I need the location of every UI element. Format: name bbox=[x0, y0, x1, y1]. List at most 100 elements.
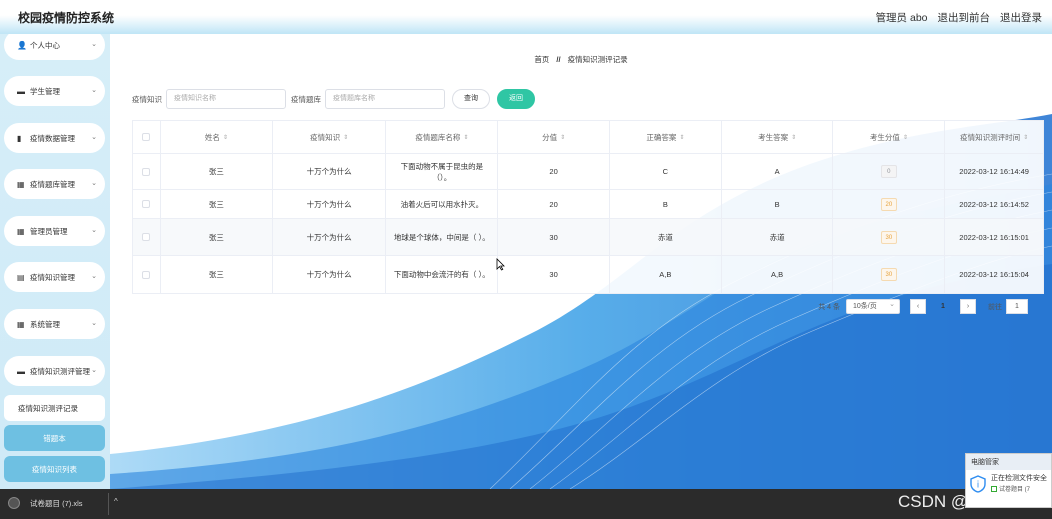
sidebar-subitem-knowledge-list[interactable]: 疫情知识列表 bbox=[4, 456, 105, 482]
sidebar-item-label: 学生管理 bbox=[30, 86, 60, 96]
cell-time: 2022-03-12 16:15:01 bbox=[959, 232, 1029, 242]
header-name[interactable]: 姓名 ⇕ bbox=[161, 121, 273, 153]
go-frontend-link[interactable]: 退出到前台 bbox=[938, 10, 991, 25]
sort-icon: ⇕ bbox=[343, 134, 349, 141]
cell-student-answer: 赤道 bbox=[722, 219, 834, 255]
cell-question-name: 地球是个球体，中间是（ ）。 bbox=[386, 219, 499, 255]
select-all-cell bbox=[133, 121, 161, 153]
notification-subtext: 试卷题目 (7 bbox=[991, 484, 1047, 493]
row-checkbox[interactable] bbox=[142, 233, 151, 241]
current-page-number[interactable]: 1 bbox=[926, 299, 960, 314]
knowledge-label: 疫情知识 bbox=[132, 94, 162, 104]
header-score[interactable]: 分值 ⇕ bbox=[498, 121, 610, 153]
sidebar-item-system[interactable]: ▦ 系统管理 ⌄ bbox=[4, 309, 105, 339]
chevron-down-icon: ⌄ bbox=[91, 320, 97, 327]
header-links: 管理员 abo 退出到前台 退出登录 bbox=[876, 10, 1042, 25]
sidebar-item-knowledge[interactable]: ▤ 疫情知识管理 ⌄ bbox=[4, 262, 105, 292]
select-all-checkbox[interactable] bbox=[142, 133, 151, 141]
back-button[interactable]: 返回 bbox=[497, 89, 535, 109]
table-row: 张三 十万个为什么 下面动物中会流汗的有（ ）。 30 A,B A,B 30 2… bbox=[133, 256, 1043, 293]
downloaded-file[interactable]: 试卷题目 (7).xls bbox=[8, 497, 83, 509]
admin-user-link[interactable]: 管理员 abo bbox=[876, 10, 928, 25]
score-tag: 30 bbox=[880, 268, 898, 281]
shield-icon: i bbox=[970, 474, 986, 493]
sidebar-item-label: 个人中心 bbox=[30, 40, 60, 50]
top-header: 校园疫情防控系统 管理员 abo 退出到前台 退出登录 bbox=[0, 0, 1052, 34]
sidebar-item-assessment[interactable]: ▬ 疫情知识测评管理 ⌄ bbox=[4, 356, 105, 386]
header-correct-answer[interactable]: 正确答案 ⇕ bbox=[610, 121, 722, 153]
notification-title: 电脑管家 bbox=[966, 454, 1051, 470]
sidebar-item-students[interactable]: ▬ 学生管理 ⌄ bbox=[4, 76, 105, 106]
pagination: 共 4 条 10条/页 ‹ 1 › 前往 1 bbox=[818, 298, 1032, 314]
sidebar-item-admins[interactable]: ▦ 管理员管理 ⌄ bbox=[4, 216, 105, 246]
goto-label: 前往 bbox=[988, 303, 1002, 311]
cell-correct-answer: 赤道 bbox=[610, 219, 722, 255]
cell-question-name: 下面动物不属于昆虫的是（）。 bbox=[386, 154, 499, 189]
page-size-select[interactable]: 10条/页 bbox=[846, 298, 900, 314]
sidebar-item-label: 疫情知识测评管理 bbox=[30, 366, 90, 376]
knowledge-search-input[interactable]: 疫情知识名称 bbox=[166, 89, 286, 109]
row-checkbox[interactable] bbox=[142, 167, 151, 176]
breadcrumb-current: 疫情知识测评记录 bbox=[567, 55, 628, 64]
divider bbox=[108, 493, 109, 515]
cell-knowledge: 十万个为什么 bbox=[273, 256, 387, 293]
chevron-down-icon: ⌄ bbox=[91, 367, 97, 374]
score-tag: 0 bbox=[880, 165, 897, 178]
sidebar-item-label: 疫情题库管理 bbox=[30, 179, 75, 189]
query-button[interactable]: 查询 bbox=[452, 89, 490, 109]
cell-knowledge: 十万个为什么 bbox=[273, 154, 387, 189]
sidebar: 👤 个人中心 ⌄ ▬ 学生管理 ⌄ ▮ 疫情数据管理 ⌄ ▦ 疫情题库管理 ⌄ … bbox=[0, 34, 110, 489]
sidebar-item-personal-center[interactable]: 👤 个人中心 ⌄ bbox=[4, 34, 105, 60]
prev-page-button[interactable]: ‹ bbox=[910, 299, 926, 314]
sidebar-item-label: 疫情知识管理 bbox=[30, 272, 75, 282]
cell-name: 张三 bbox=[161, 219, 273, 255]
downloaded-file-name: 试卷题目 (7).xls bbox=[30, 498, 83, 508]
sidebar-item-epidemic-data[interactable]: ▮ 疫情数据管理 ⌄ bbox=[4, 123, 105, 153]
cell-correct-answer: A,B bbox=[610, 256, 722, 293]
total-count: 共 4 条 bbox=[818, 303, 840, 311]
row-select-cell bbox=[133, 219, 161, 255]
sidebar-item-label: 疫情数据管理 bbox=[30, 133, 75, 143]
question-bank-search-input[interactable]: 疫情题库名称 bbox=[325, 89, 445, 109]
grid-icon: ▦ bbox=[17, 319, 25, 329]
sidebar-item-label: 管理员管理 bbox=[30, 226, 68, 236]
cell-student-answer: B bbox=[722, 190, 834, 218]
sidebar-item-label: 系统管理 bbox=[30, 319, 60, 329]
cell-correct-answer: B bbox=[610, 190, 722, 218]
logout-link[interactable]: 退出登录 bbox=[1000, 10, 1042, 25]
row-checkbox[interactable] bbox=[142, 200, 151, 208]
header-student-score[interactable]: 考生分值 ⇕ bbox=[833, 121, 946, 153]
cell-name: 张三 bbox=[161, 256, 273, 293]
breadcrumb-home[interactable]: 首页 bbox=[534, 55, 549, 64]
next-page-button[interactable]: › bbox=[960, 299, 976, 314]
header-knowledge[interactable]: 疫情知识 ⇕ bbox=[273, 121, 387, 153]
goto-page-input[interactable]: 1 bbox=[1006, 299, 1028, 314]
cell-correct-answer: C bbox=[610, 154, 722, 189]
security-notification: 电脑管家 i 正在检测文件安全 试卷题目 (7 bbox=[965, 453, 1052, 508]
sidebar-item-question-bank[interactable]: ▦ 疫情题库管理 ⌄ bbox=[4, 169, 105, 199]
main-content: 首页 // 疫情知识测评记录 疫情知识 疫情知识名称 疫情题库 疫情题库名称 查… bbox=[110, 34, 1052, 489]
cell-score: 30 bbox=[498, 256, 610, 293]
chevron-up-icon[interactable]: ^ bbox=[114, 497, 118, 506]
document-icon: ▤ bbox=[17, 272, 25, 282]
file-icon bbox=[8, 497, 20, 509]
table-header-row: 姓名 ⇕ 疫情知识 ⇕ 疫情题库名称 ⇕ 分值 ⇕ 正确答案 ⇕ 考生答案 ⇕ 考生分值 ⇕ … bbox=[133, 121, 1043, 154]
sort-icon: ⇕ bbox=[679, 134, 685, 141]
header-question-name[interactable]: 疫情题库名称 ⇕ bbox=[386, 121, 499, 153]
notification-text: 正在检测文件安全 bbox=[991, 475, 1047, 482]
cell-time: 2022-03-12 16:14:49 bbox=[959, 167, 1029, 176]
header-time[interactable]: 疫情知识测评时间 ⇕ bbox=[945, 121, 1043, 153]
cell-name: 张三 bbox=[161, 190, 273, 218]
sidebar-subitem-wrong-answers[interactable]: 错题本 bbox=[4, 425, 105, 451]
row-checkbox[interactable] bbox=[142, 270, 151, 279]
header-student-answer[interactable]: 考生答案 ⇕ bbox=[722, 121, 834, 153]
cell-student-score: 20 bbox=[833, 190, 946, 218]
sidebar-subitem-assessment-records[interactable]: 疫情知识测评记录 bbox=[4, 395, 105, 421]
bar-chart-icon: ▮ bbox=[17, 133, 22, 143]
sort-icon: ⇕ bbox=[791, 134, 797, 141]
row-select-cell bbox=[133, 154, 161, 189]
cell-student-score: 0 bbox=[833, 154, 946, 189]
chevron-down-icon: ⌄ bbox=[91, 41, 97, 48]
cell-name: 张三 bbox=[161, 154, 273, 189]
table-row: 张三 十万个为什么 地球是个球体，中间是（ ）。 30 赤道 赤道 30 202… bbox=[133, 219, 1043, 256]
